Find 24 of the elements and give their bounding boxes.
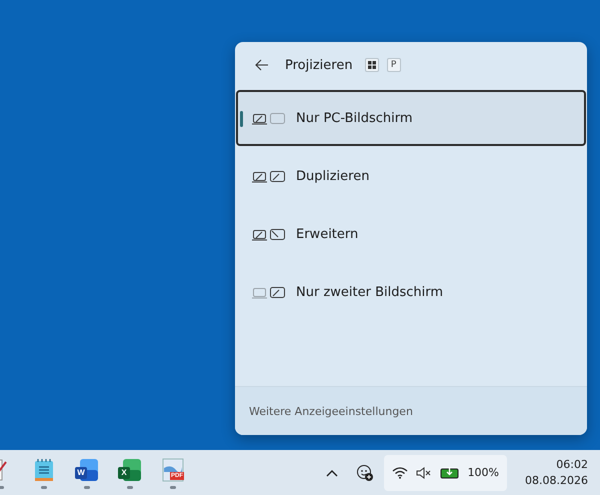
display-mode-icon [252,169,286,183]
projection-option[interactable]: Nur PC-Bildschirm [236,90,586,146]
windows-key-icon [364,58,379,72]
clock[interactable]: 06:02 08.08.2026 [517,456,600,488]
display-settings-link[interactable]: Weitere Anzeigeeinstellungen [249,404,413,418]
display-mode-icon [252,227,286,241]
projection-option[interactable]: Duplizieren [236,148,586,204]
back-arrow-icon[interactable] [255,59,269,71]
taskbar-app-button[interactable]: W [74,458,100,494]
quick-settings-button[interactable]: 100% [384,454,508,490]
notepad-icon [34,458,54,482]
battery-percentage: 100% [468,466,500,479]
battery-charging-icon [440,466,460,478]
shortcut-key: P [386,58,401,72]
muted-speaker-icon [416,466,432,478]
projection-option[interactable]: Nur zweiter Bildschirm [236,264,586,320]
flyout-title: Projizieren [285,58,353,72]
taskbar-app-button[interactable]: X [117,458,143,494]
chevron-up-icon[interactable] [326,468,338,476]
emoji-face-icon[interactable] [356,464,374,482]
display-mode-icon [252,285,286,299]
display-mode-icon [252,111,286,125]
wifi-icon [392,466,408,479]
projection-option[interactable]: Erweitern [236,206,586,262]
